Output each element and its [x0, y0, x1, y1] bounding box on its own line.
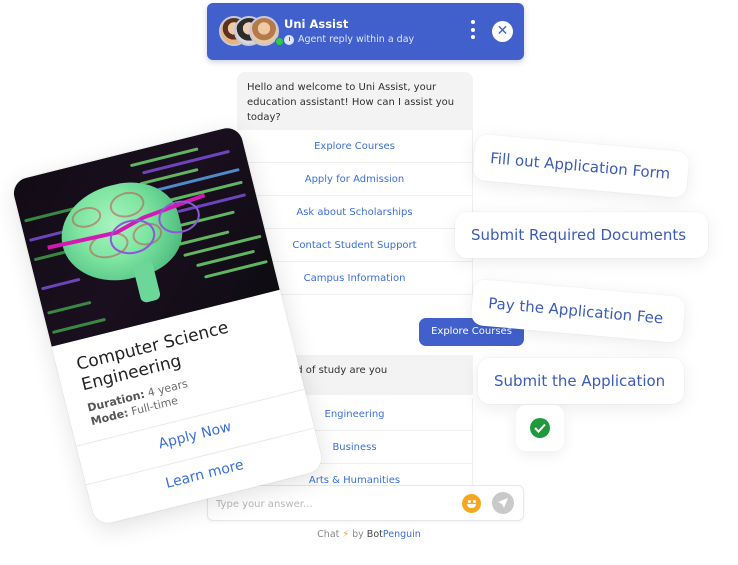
send-icon [498, 498, 508, 508]
code-line [47, 300, 92, 315]
chat-header: Uni Assist Agent reply within a day ✕ [207, 3, 524, 60]
brand-bot: Bot [366, 529, 383, 540]
code-line [129, 147, 199, 168]
close-button[interactable]: ✕ [492, 21, 513, 42]
bolt-icon: ⚡ [342, 529, 350, 540]
step-submit-application[interactable]: Submit the Application [478, 358, 684, 404]
powered-by-footer: Chat ⚡ by BotPenguin [0, 529, 738, 540]
kebab-dot [471, 20, 475, 24]
check-circle-icon [530, 418, 550, 438]
smiley-icon[interactable] [462, 494, 481, 513]
chat-subtitle: Agent reply within a day [284, 34, 414, 45]
smiley-mouth [467, 504, 476, 508]
option-apply-admission[interactable]: Apply for Admission [237, 163, 472, 196]
message-input-bar [207, 485, 524, 521]
message-input[interactable] [216, 494, 446, 514]
footer-by: by [352, 529, 364, 540]
code-line [41, 277, 81, 291]
welcome-message: Hello and welcome to Uni Assist, your ed… [237, 72, 473, 130]
step-fill-application-form[interactable]: Fill out Application Form [472, 133, 690, 199]
send-button[interactable] [492, 492, 514, 514]
online-status-dot [275, 37, 284, 46]
close-icon: ✕ [496, 23, 509, 39]
option-student-support[interactable]: Contact Student Support [237, 229, 472, 262]
step-submit-documents[interactable]: Submit Required Documents [455, 212, 708, 258]
brand-penguin[interactable]: Penguin [383, 529, 421, 540]
completion-tile [516, 405, 564, 451]
code-line [51, 317, 107, 335]
code-line [156, 168, 240, 192]
clock-icon [284, 34, 294, 45]
option-scholarships[interactable]: Ask about Scholarships [237, 196, 472, 229]
kebab-dot [471, 27, 475, 32]
chat-title: Uni Assist [284, 17, 349, 31]
reply-time-text: Agent reply within a day [298, 34, 415, 45]
kebab-dot [471, 35, 475, 39]
option-explore-courses[interactable]: Explore Courses [237, 130, 472, 163]
agent-avatars [219, 16, 284, 48]
footer-chat: Chat [317, 529, 340, 540]
more-options-button[interactable] [468, 20, 478, 44]
